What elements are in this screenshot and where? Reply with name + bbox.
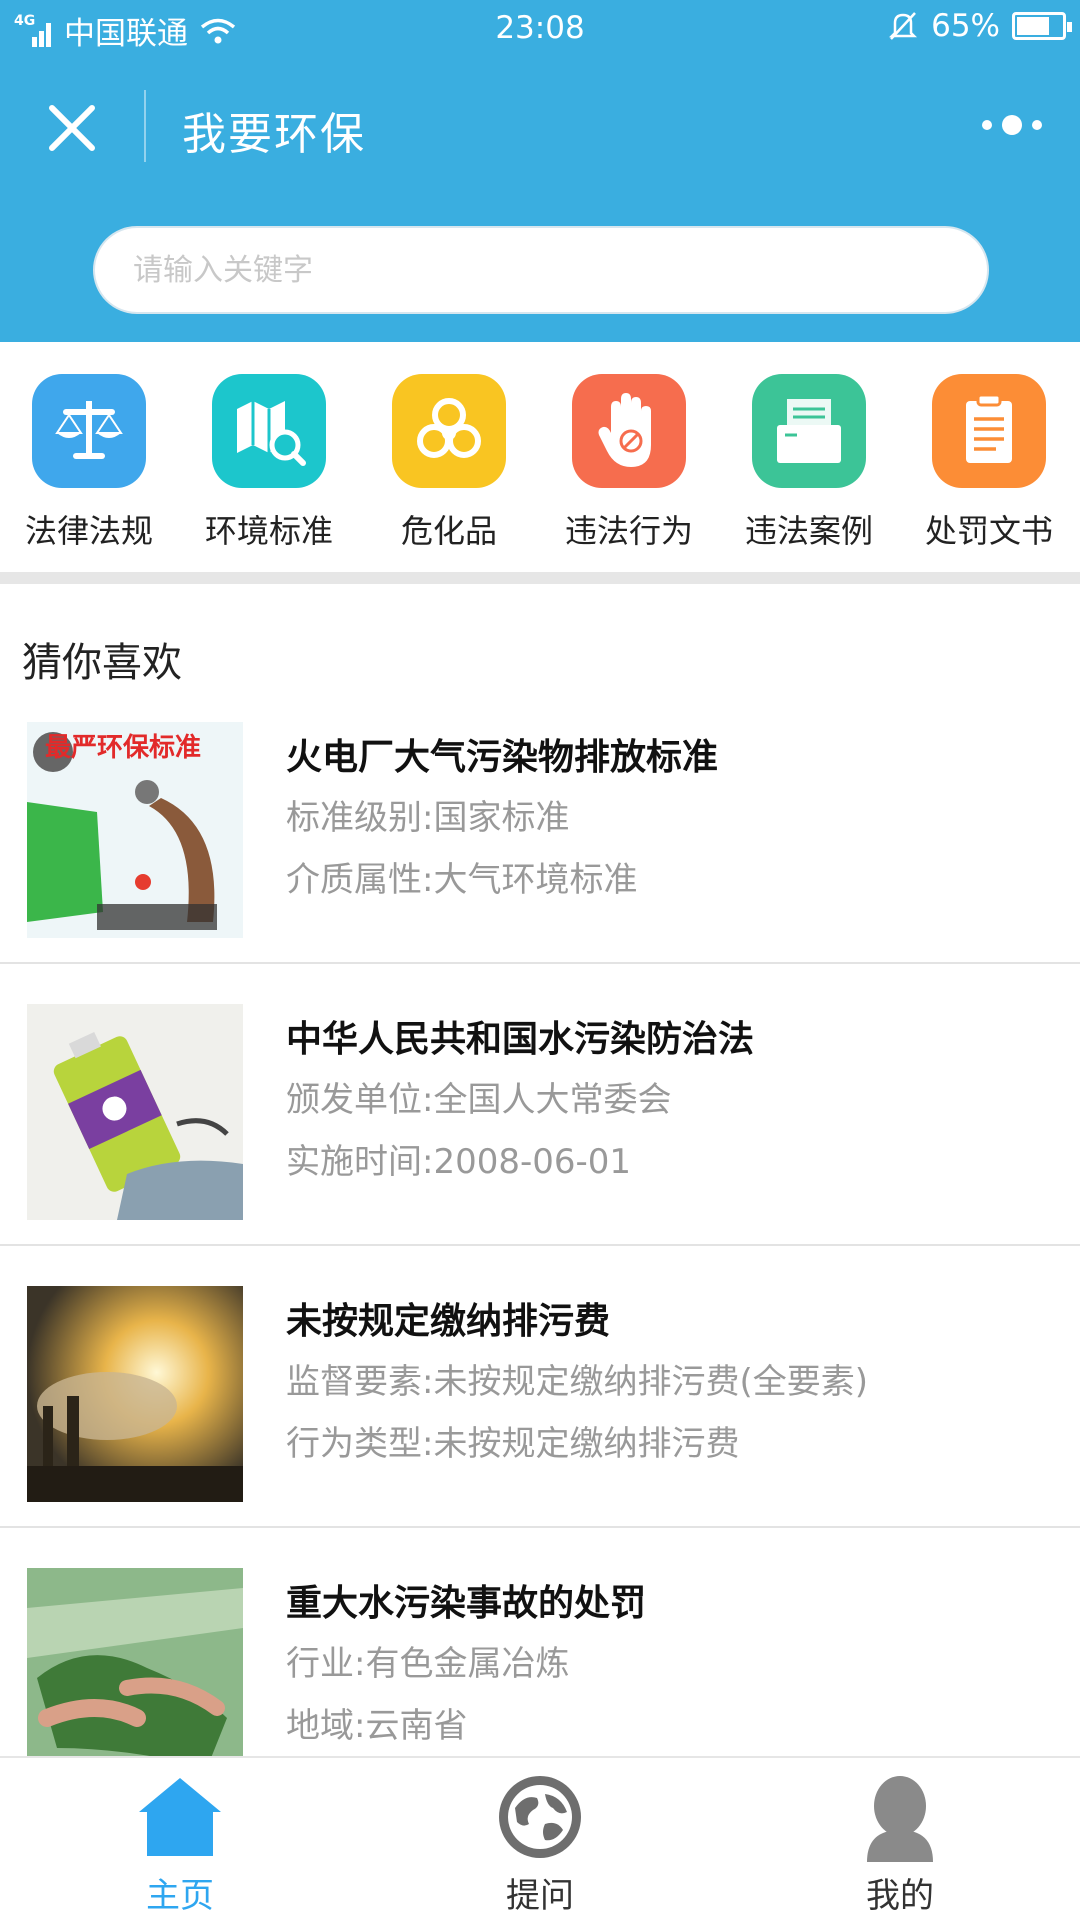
recommend-title: 猜你喜欢 bbox=[22, 640, 182, 686]
nav-bar: 我要环保 bbox=[0, 60, 1080, 190]
battery-percent: 65% bbox=[931, 8, 1000, 44]
tab-ask[interactable]: 提问 bbox=[440, 1772, 640, 1917]
category-violations[interactable]: 违法行为 bbox=[544, 374, 714, 552]
status-bar: 4G 中国联通 23:08 65% bbox=[0, 0, 1080, 60]
map-search-icon bbox=[212, 374, 326, 488]
tab-mine[interactable]: 我的 bbox=[800, 1772, 1000, 1917]
tab-label: 提问 bbox=[506, 1876, 574, 1916]
item-meta-2: 介质属性:大气环境标准 bbox=[286, 860, 638, 900]
item-meta-1: 行业:有色金属冶炼 bbox=[286, 1644, 570, 1684]
list-divider bbox=[0, 1526, 1080, 1528]
item-meta-1: 监督要素:未按规定缴纳排污费(全要素) bbox=[286, 1362, 868, 1402]
category-hazardous-chemicals[interactable]: 危化品 bbox=[364, 374, 534, 552]
page-title: 我要环保 bbox=[182, 109, 366, 160]
user-icon bbox=[867, 1776, 933, 1862]
item-meta-2: 实施时间:2008-06-01 bbox=[286, 1142, 632, 1182]
thumb-caption: 最严环保标准 bbox=[45, 733, 201, 763]
tab-label: 我的 bbox=[866, 1876, 934, 1916]
item-meta-2: 地域:云南省 bbox=[286, 1706, 468, 1746]
more-menu-icon[interactable] bbox=[982, 114, 1042, 136]
item-title: 未按规定缴纳排污费 bbox=[286, 1301, 611, 1342]
section-separator bbox=[0, 572, 1080, 584]
list-divider bbox=[0, 962, 1080, 964]
app-screen: 4G 中国联通 23:08 65% 我要环保 请输入关键字 法律法规 环境标准 … bbox=[0, 0, 1080, 1920]
item-thumbnail bbox=[27, 1286, 243, 1502]
category-cases[interactable]: 违法案例 bbox=[724, 374, 894, 552]
tab-home[interactable]: 主页 bbox=[80, 1772, 280, 1917]
item-meta-1: 标准级别:国家标准 bbox=[286, 798, 570, 838]
search-bar bbox=[93, 226, 989, 314]
scale-icon bbox=[32, 374, 146, 488]
nav-divider bbox=[144, 90, 146, 162]
mute-bell-icon bbox=[889, 12, 918, 40]
search-input[interactable] bbox=[95, 228, 987, 312]
battery-icon bbox=[1012, 12, 1072, 40]
folder-icon bbox=[752, 374, 866, 488]
item-title: 中华人民共和国水污染防治法 bbox=[286, 1019, 755, 1060]
category-env-standards[interactable]: 环境标准 bbox=[184, 374, 354, 552]
globe-icon bbox=[499, 1776, 581, 1858]
list-divider bbox=[0, 1244, 1080, 1246]
stop-hand-icon bbox=[572, 374, 686, 488]
item-title: 重大水污染事故的处罚 bbox=[286, 1583, 647, 1624]
item-thumbnail bbox=[27, 1568, 243, 1784]
category-laws[interactable]: 法律法规 bbox=[4, 374, 174, 552]
item-thumbnail bbox=[27, 1004, 243, 1220]
item-meta-1: 颁发单位:全国人大常委会 bbox=[286, 1080, 672, 1120]
category-bar: 法律法规 环境标准 危化品 违法行为 违法案例 处罚文书 bbox=[0, 342, 1080, 572]
category-penalty-docs[interactable]: 处罚文书 bbox=[904, 374, 1074, 552]
home-icon bbox=[139, 1778, 221, 1856]
tab-label: 主页 bbox=[146, 1876, 214, 1916]
close-icon[interactable] bbox=[44, 100, 100, 156]
biohazard-icon bbox=[392, 374, 506, 488]
item-meta-2: 行为类型:未按规定缴纳排污费 bbox=[286, 1424, 740, 1464]
document-icon bbox=[932, 374, 1046, 488]
item-thumbnail: 最严环保标准 bbox=[27, 722, 243, 938]
tab-bar: 主页 提问 我的 bbox=[0, 1756, 1080, 1920]
item-title: 火电厂大气污染物排放标准 bbox=[286, 737, 719, 778]
header: 4G 中国联通 23:08 65% 我要环保 请输入关键字 bbox=[0, 0, 1080, 342]
